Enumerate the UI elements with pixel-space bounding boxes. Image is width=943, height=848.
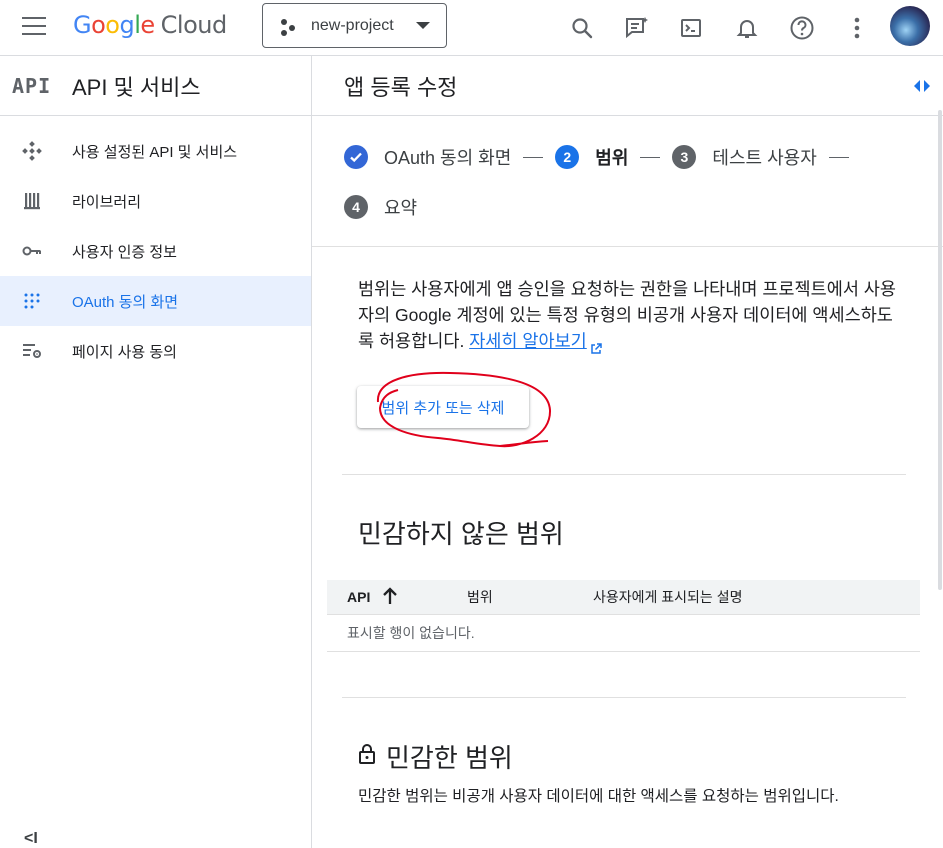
top-bar: Google Cloud new-project <box>0 0 943 56</box>
divider <box>342 697 906 698</box>
chevron-down-icon <box>416 22 430 29</box>
step-divider <box>828 156 849 158</box>
project-selector[interactable]: new-project <box>262 3 447 48</box>
more-vert-icon[interactable] <box>840 11 874 45</box>
divider <box>342 474 906 475</box>
sensitive-scopes-description: 민감한 범위는 비공개 사용자 데이터에 대한 액세스를 요청하는 범위입니다. <box>358 788 839 805</box>
sidebar-item-label: 사용 설정된 API 및 서비스 <box>72 143 238 161</box>
non-sensitive-scopes-heading: 민감하지 않은 범위 <box>358 519 564 549</box>
gemini-chat-icon[interactable] <box>620 11 654 45</box>
oauth-dots-icon <box>0 292 72 310</box>
sidebar-item-enabled-apis[interactable]: 사용 설정된 API 및 서비스 <box>0 126 311 176</box>
settings-list-icon <box>0 343 72 359</box>
search-icon[interactable] <box>565 11 599 45</box>
step-number-3: 3 <box>672 145 697 169</box>
check-icon <box>344 145 368 169</box>
sidebar: API API 및 서비스 사용 설정된 API 및 서비스 라이브러리 사용자… <box>0 56 312 848</box>
main-menu-icon[interactable] <box>22 17 48 39</box>
sidebar-item-label: OAuth 동의 화면 <box>72 293 179 311</box>
account-avatar[interactable] <box>890 6 930 46</box>
project-name: new-project <box>311 16 394 34</box>
toggle-panel-icon[interactable] <box>911 78 933 99</box>
step-divider <box>640 156 661 158</box>
stepper: OAuth 동의 화면 2 범위 3 테스트 사용자 4 요약 <box>344 142 904 242</box>
step-number-4: 4 <box>344 195 368 219</box>
google-cloud-logo[interactable]: Google Cloud <box>73 11 227 39</box>
collapse-sidebar-button[interactable]: <I <box>24 830 38 848</box>
sidebar-item-label: 페이지 사용 동의 <box>72 343 177 361</box>
learn-more-link[interactable]: 자세히 알아보기 <box>469 331 587 351</box>
step-scopes[interactable]: 범위 <box>595 144 628 170</box>
step-number-2: 2 <box>555 145 580 169</box>
page-title: 앱 등록 수정 <box>344 74 458 100</box>
table-header: API 범위 사용자에게 표시되는 설명 <box>327 580 920 615</box>
sidebar-title: API 및 서비스 <box>72 74 201 100</box>
external-link-icon <box>590 336 602 355</box>
sort-api-column[interactable]: API <box>327 586 467 608</box>
api-logo: API <box>12 73 52 98</box>
column-header-user-description: 사용자에게 표시되는 설명 <box>593 589 743 605</box>
sidebar-item-page-usage-agreements[interactable]: 페이지 사용 동의 <box>0 326 311 376</box>
divider <box>312 246 943 247</box>
arrow-up-icon <box>382 586 398 608</box>
column-header-scope: 범위 <box>467 589 493 605</box>
step-summary[interactable]: 요약 <box>384 194 417 220</box>
sidebar-item-credentials[interactable]: 사용자 인증 정보 <box>0 226 311 276</box>
library-icon <box>0 192 72 210</box>
sidebar-header: API API 및 서비스 <box>0 56 311 116</box>
project-icon <box>279 16 301 36</box>
help-icon[interactable] <box>785 11 819 45</box>
sensitive-scopes-heading: 민감한 범위 <box>358 738 513 775</box>
key-icon <box>0 245 72 257</box>
add-remove-scopes-button[interactable]: 범위 추가 또는 삭제 <box>357 386 529 428</box>
sidebar-nav: 사용 설정된 API 및 서비스 라이브러리 사용자 인증 정보 OAuth 동… <box>0 116 311 376</box>
notifications-bell-icon[interactable] <box>730 11 764 45</box>
lock-icon <box>358 741 376 772</box>
sidebar-item-label: 라이브러리 <box>72 193 142 211</box>
main-content: 앱 등록 수정 OAuth 동의 화면 2 범위 3 테스트 사용자 4 요약 … <box>312 56 943 848</box>
cloud-shell-icon[interactable] <box>674 11 708 45</box>
table-empty-message: 표시할 행이 없습니다. <box>327 615 920 652</box>
step-divider <box>523 156 544 158</box>
sidebar-item-oauth-consent[interactable]: OAuth 동의 화면 <box>0 276 311 326</box>
scopes-table: API 범위 사용자에게 표시되는 설명 표시할 행이 없습니다. <box>327 580 920 652</box>
diamond-nodes-icon <box>0 141 72 161</box>
scrollbar[interactable] <box>938 110 942 590</box>
sidebar-item-library[interactable]: 라이브러리 <box>0 176 311 226</box>
step-test-users[interactable]: 테스트 사용자 <box>712 144 816 170</box>
main-header: 앱 등록 수정 <box>312 56 943 116</box>
scopes-description: 범위는 사용자에게 앱 승인을 요청하는 권한을 나타내며 프로젝트에서 사용자… <box>358 276 898 355</box>
sidebar-item-label: 사용자 인증 정보 <box>72 243 177 261</box>
step-oauth-consent[interactable]: OAuth 동의 화면 <box>384 144 511 170</box>
